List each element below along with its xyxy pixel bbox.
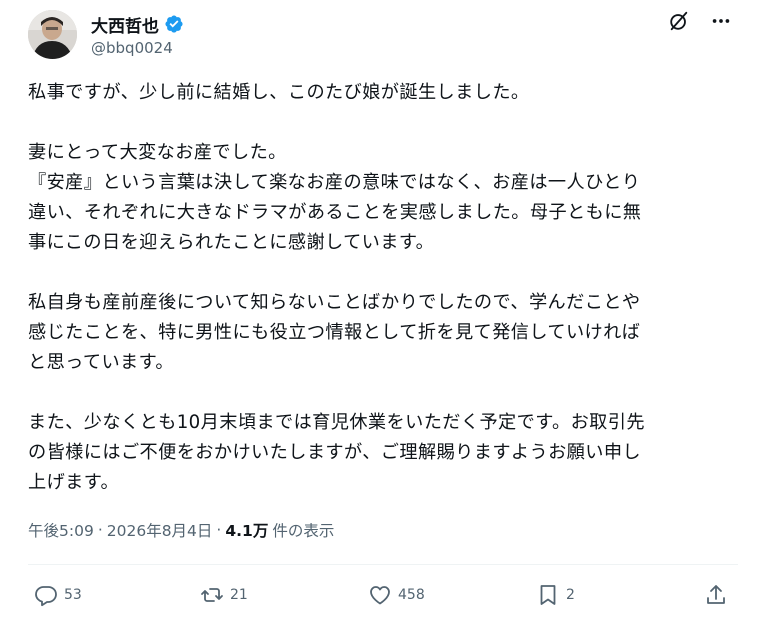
reply-button[interactable]: 53 bbox=[34, 578, 82, 612]
header-actions bbox=[668, 10, 732, 32]
views-label[interactable]: 件の表示 bbox=[272, 519, 334, 541]
text-line: 妻にとって大変なお産でした。 bbox=[28, 142, 287, 163]
tweet-meta: 午後5:09 · 2026年8月4日 · 4.1万 件の表示 bbox=[28, 519, 334, 541]
paragraph: 私自身も産前産後について知らないことばかりでしたので、学んだことや 感じたことを… bbox=[28, 288, 740, 378]
bookmark-button[interactable]: 2 bbox=[536, 578, 575, 612]
text-line: 上げます。 bbox=[28, 472, 120, 493]
tweet-text: 私事ですが、少し前に結婚し、このたび娘が誕生しました。 妻にとって大変なお産でし… bbox=[28, 78, 740, 498]
meta-separator: · bbox=[97, 521, 103, 539]
text-line: 事にこの日を迎えられたことに感謝しています。 bbox=[28, 232, 435, 253]
paragraph: 妻にとって大変なお産でした。 『安産』という言葉は決して楽なお産の意味ではなく、… bbox=[28, 138, 740, 258]
text-line: 感じたことを、特に男性にも役立つ情報として折を見て発信していければ bbox=[28, 322, 641, 343]
retweet-icon bbox=[201, 588, 223, 602]
views-count[interactable]: 4.1万 bbox=[225, 519, 268, 541]
paragraph: 私事ですが、少し前に結婚し、このたび娘が誕生しました。 bbox=[28, 78, 740, 108]
tweet-header: 大西哲也 @bbq0024 bbox=[28, 10, 748, 62]
grok-icon[interactable] bbox=[668, 10, 690, 32]
post-time[interactable]: 午後5:09 bbox=[28, 519, 94, 541]
retweet-count: 21 bbox=[230, 587, 248, 603]
more-icon[interactable] bbox=[710, 10, 732, 32]
author-names: 大西哲也 @bbq0024 bbox=[91, 12, 184, 57]
avatar[interactable] bbox=[28, 10, 77, 59]
handle[interactable]: @bbq0024 bbox=[91, 39, 184, 57]
post-date[interactable]: 2026年8月4日 bbox=[107, 519, 213, 541]
text-line: と思っています。 bbox=[28, 352, 174, 373]
paragraph: また、少なくとも10月末頃までは育児休業をいただく予定です。お取引先 の皆様には… bbox=[28, 408, 740, 498]
action-bar: 53 21 458 2 bbox=[28, 578, 738, 612]
tweet: 大西哲也 @bbq0024 私事ですが、少し前に結婚し、このたび娘が誕生しました… bbox=[0, 0, 761, 617]
heart-icon bbox=[370, 586, 390, 605]
like-button[interactable]: 458 bbox=[368, 578, 425, 612]
display-name-row[interactable]: 大西哲也 bbox=[91, 12, 184, 37]
text-line: 私事ですが、少し前に結婚し、このたび娘が誕生しました。 bbox=[28, 82, 530, 103]
divider bbox=[28, 564, 738, 565]
bookmark-icon bbox=[540, 585, 556, 605]
text-line: 違い、それぞれに大きなドラマがあることを実感しました。母子ともに無 bbox=[28, 202, 642, 223]
display-name[interactable]: 大西哲也 bbox=[91, 12, 159, 37]
like-count: 458 bbox=[398, 587, 425, 603]
share-icon bbox=[707, 585, 725, 604]
verified-badge-icon[interactable] bbox=[164, 14, 184, 34]
avatar-image bbox=[28, 10, 77, 59]
text-line: また、少なくとも10月末頃までは育児休業をいただく予定です。お取引先 bbox=[28, 412, 645, 433]
reply-count: 53 bbox=[64, 587, 82, 603]
meta-separator: · bbox=[216, 521, 222, 539]
reply-icon bbox=[35, 586, 57, 607]
text-line: の皆様にはご不便をおかけいたしますが、ご理解賜りますようお願い申し bbox=[28, 442, 642, 463]
share-button[interactable] bbox=[704, 578, 728, 612]
bookmark-count: 2 bbox=[566, 587, 575, 603]
text-line: 『安産』という言葉は決して楽なお産の意味ではなく、お産は一人ひとり bbox=[28, 172, 641, 193]
text-line: 私自身も産前産後について知らないことばかりでしたので、学んだことや bbox=[28, 292, 641, 313]
retweet-button[interactable]: 21 bbox=[200, 578, 248, 612]
